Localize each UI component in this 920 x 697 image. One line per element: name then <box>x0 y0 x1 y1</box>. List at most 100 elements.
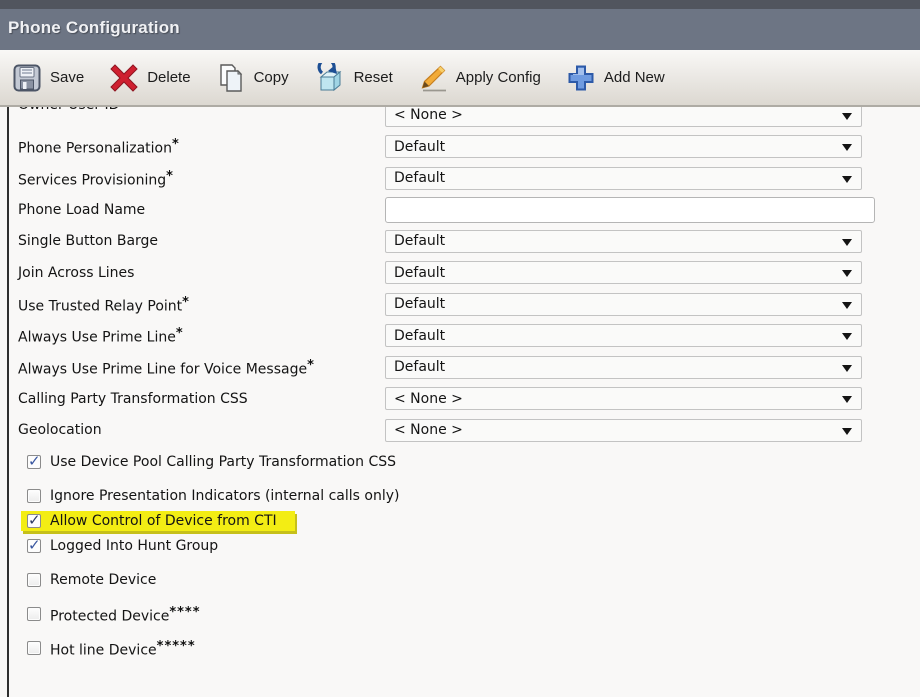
calling-party-transformation-css-row: Calling Party Transformation CSS < None > <box>18 387 920 411</box>
owner-user-id-label: Owner User ID <box>18 107 385 113</box>
dropdown-arrow-icon <box>842 396 852 403</box>
always-use-prime-line-for-voice-message-select[interactable]: Default <box>385 356 862 379</box>
select-value: Default <box>394 265 445 281</box>
phone-personalization-label: Phone Personalization* <box>18 136 385 157</box>
add-new-icon <box>566 63 596 93</box>
copy-button[interactable]: Copy <box>216 63 289 93</box>
toolbar: Save Delete Copy <box>0 50 920 107</box>
hot-line-device-row[interactable]: Hot line Device***** <box>27 638 196 658</box>
owner-user-id-select[interactable]: < None > <box>385 107 862 127</box>
services-provisioning-label: Services Provisioning* <box>18 168 385 189</box>
protected-device-label: Protected Device**** <box>50 604 201 625</box>
asterisks-suffix: ***** <box>157 639 196 654</box>
logged-into-hunt-group-row[interactable]: Logged Into Hunt Group <box>27 536 218 556</box>
logged-into-hunt-group-checkbox[interactable] <box>27 539 41 553</box>
phone-load-name-label: Phone Load Name <box>18 202 385 218</box>
allow-control-of-device-from-cti-row[interactable]: Allow Control of Device from CTI <box>21 511 295 531</box>
dropdown-arrow-icon <box>842 176 852 183</box>
remote-device-row[interactable]: Remote Device <box>27 570 156 590</box>
required-asterisk: * <box>172 137 179 152</box>
delete-label: Delete <box>147 69 190 86</box>
join-across-lines-row: Join Across Lines Default <box>18 261 920 285</box>
always-use-prime-line-for-voice-message-label: Always Use Prime Line for Voice Message* <box>18 357 385 378</box>
use-device-pool-calling-party-transformation-css-checkbox[interactable] <box>27 455 41 469</box>
geolocation-label: Geolocation <box>18 422 385 438</box>
required-asterisk: * <box>182 295 189 310</box>
single-button-barge-row: Single Button Barge Default <box>18 229 920 253</box>
geolocation-row: Geolocation < None > <box>18 418 920 442</box>
single-button-barge-label: Single Button Barge <box>18 233 385 249</box>
select-value: < None > <box>394 391 463 407</box>
required-asterisk: * <box>176 326 183 341</box>
services-provisioning-row: Services Provisioning* Default <box>18 166 920 190</box>
save-icon <box>12 63 42 93</box>
select-value: Default <box>394 233 445 249</box>
calling-party-transformation-css-select[interactable]: < None > <box>385 387 862 410</box>
save-label: Save <box>50 69 84 86</box>
select-value: Default <box>394 170 445 186</box>
join-across-lines-select[interactable]: Default <box>385 261 862 284</box>
dropdown-arrow-icon <box>842 144 852 151</box>
ignore-presentation-indicators-internal-calls-only-label: Ignore Presentation Indicators (internal… <box>50 488 399 504</box>
dropdown-arrow-icon <box>842 113 852 120</box>
required-asterisk: * <box>307 358 314 373</box>
dropdown-arrow-icon <box>842 239 852 246</box>
allow-control-of-device-from-cti-checkbox[interactable] <box>27 514 41 528</box>
select-value: Default <box>394 139 445 155</box>
allow-control-of-device-from-cti-label: Allow Control of Device from CTI <box>50 513 277 529</box>
apply-config-button[interactable]: Apply Config <box>418 63 541 93</box>
phone-personalization-row: Phone Personalization* Default <box>18 135 920 159</box>
dropdown-arrow-icon <box>842 365 852 372</box>
always-use-prime-line-label: Always Use Prime Line* <box>18 325 385 346</box>
select-value: < None > <box>394 422 463 438</box>
protected-device-checkbox[interactable] <box>27 607 41 621</box>
asterisks-suffix: **** <box>169 605 200 620</box>
required-asterisk: * <box>166 169 173 184</box>
always-use-prime-line-for-voice-message-row: Always Use Prime Line for Voice Message*… <box>18 355 920 379</box>
reset-button[interactable]: Reset <box>314 63 393 93</box>
dropdown-arrow-icon <box>842 428 852 435</box>
ignore-presentation-indicators-internal-calls-only-row[interactable]: Ignore Presentation Indicators (internal… <box>27 486 399 506</box>
title-bar: Phone Configuration <box>0 0 920 50</box>
owner-user-id-row: Owner User ID < None > <box>18 107 920 127</box>
reset-label: Reset <box>354 69 393 86</box>
apply-config-icon <box>418 63 448 93</box>
apply-config-label: Apply Config <box>456 69 541 86</box>
delete-icon <box>109 63 139 93</box>
add-new-label: Add New <box>604 69 665 86</box>
logged-into-hunt-group-label: Logged Into Hunt Group <box>50 538 218 554</box>
phone-configuration-form: Owner User ID < None > Phone Personalizati… <box>7 107 920 697</box>
use-device-pool-calling-party-transformation-css-row[interactable]: Use Device Pool Calling Party Transforma… <box>27 452 396 472</box>
save-button[interactable]: Save <box>12 63 84 93</box>
use-trusted-relay-point-select[interactable]: Default <box>385 293 862 316</box>
always-use-prime-line-row: Always Use Prime Line*Default <box>18 324 920 348</box>
add-new-button[interactable]: Add New <box>566 63 665 93</box>
dropdown-arrow-icon <box>842 333 852 340</box>
title-bar-top-strip <box>0 0 920 9</box>
reset-icon <box>314 63 346 93</box>
protected-device-row[interactable]: Protected Device**** <box>27 604 201 624</box>
phone-personalization-select[interactable]: Default <box>385 135 862 158</box>
dropdown-arrow-icon <box>842 270 852 277</box>
hot-line-device-label: Hot line Device***** <box>50 638 196 659</box>
phone-load-name-input[interactable] <box>385 197 875 223</box>
use-trusted-relay-point-row: Use Trusted Relay Point*Default <box>18 292 920 316</box>
always-use-prime-line-select[interactable]: Default <box>385 324 862 347</box>
join-across-lines-label: Join Across Lines <box>18 265 385 281</box>
ignore-presentation-indicators-internal-calls-only-checkbox[interactable] <box>27 489 41 503</box>
services-provisioning-select[interactable]: Default <box>385 167 862 190</box>
calling-party-transformation-css-label: Calling Party Transformation CSS <box>18 391 385 407</box>
copy-label: Copy <box>254 69 289 86</box>
select-value: < None > <box>394 107 463 123</box>
remote-device-checkbox[interactable] <box>27 573 41 587</box>
single-button-barge-select[interactable]: Default <box>385 230 862 253</box>
use-trusted-relay-point-label: Use Trusted Relay Point* <box>18 294 385 315</box>
checkbox-section: Use Device Pool Calling Party Transforma… <box>18 452 920 672</box>
select-value: Default <box>394 359 445 375</box>
hot-line-device-checkbox[interactable] <box>27 641 41 655</box>
delete-button[interactable]: Delete <box>109 63 190 93</box>
dropdown-arrow-icon <box>842 302 852 309</box>
geolocation-select[interactable]: < None > <box>385 419 862 442</box>
use-device-pool-calling-party-transformation-css-label: Use Device Pool Calling Party Transforma… <box>50 454 396 470</box>
remote-device-label: Remote Device <box>50 572 156 588</box>
